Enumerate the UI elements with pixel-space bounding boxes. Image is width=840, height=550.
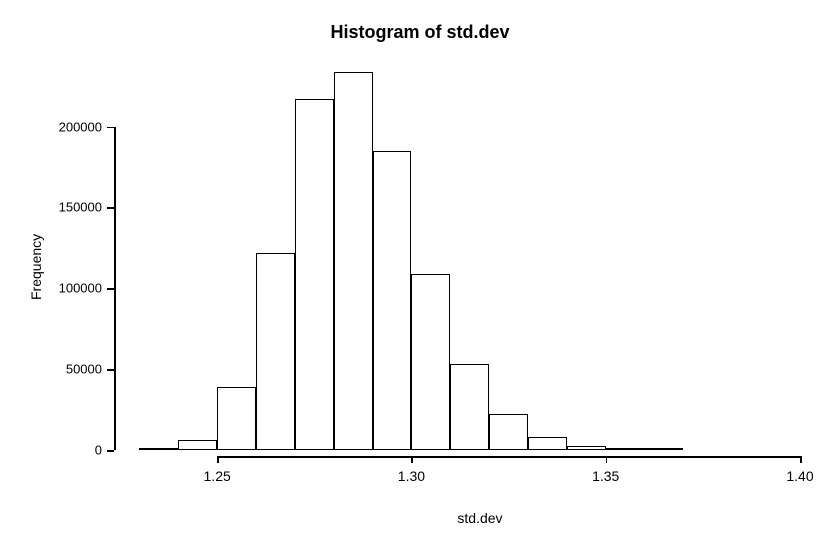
histogram-bar: [295, 99, 334, 450]
x-tick: [217, 456, 219, 463]
histogram-bar: [217, 387, 256, 450]
x-tick: [606, 456, 608, 463]
histogram-bar: [256, 253, 295, 450]
histogram-bar: [450, 364, 489, 450]
x-tick: [411, 456, 413, 463]
x-tick-label: 1.30: [398, 468, 425, 484]
y-axis-label: Frequency: [28, 234, 44, 300]
histogram-bar: [373, 151, 412, 450]
y-tick: [107, 450, 114, 452]
histogram-bar: [528, 437, 567, 450]
y-tick-label: 100000: [47, 281, 102, 296]
chart-title: Histogram of std.dev: [0, 22, 840, 43]
x-axis-label: std.dev: [0, 510, 840, 526]
x-axis-line: [217, 456, 800, 458]
x-tick-label: 1.40: [786, 468, 813, 484]
x-tick-label: 1.25: [204, 468, 231, 484]
y-tick: [107, 369, 114, 371]
y-tick: [107, 127, 114, 129]
histogram-chart: Histogram of std.dev Frequency std.dev 1…: [0, 0, 840, 550]
y-tick-label: 200000: [47, 119, 102, 134]
histogram-bar: [411, 274, 450, 450]
y-tick-label: 50000: [47, 362, 102, 377]
y-axis-line: [114, 127, 116, 450]
histogram-bar: [489, 414, 528, 450]
histogram-bar: [606, 448, 645, 450]
x-tick-label: 1.35: [592, 468, 619, 484]
y-tick-label: 0: [47, 443, 102, 458]
plot-area: [120, 70, 800, 450]
histogram-bar: [178, 440, 217, 450]
histogram-bar: [139, 448, 178, 450]
histogram-bar: [334, 72, 373, 450]
y-tick: [107, 207, 114, 209]
histogram-bar: [567, 446, 606, 450]
histogram-bar: [645, 448, 684, 450]
x-tick: [800, 456, 802, 463]
y-tick-label: 150000: [47, 200, 102, 215]
y-tick: [107, 288, 114, 290]
